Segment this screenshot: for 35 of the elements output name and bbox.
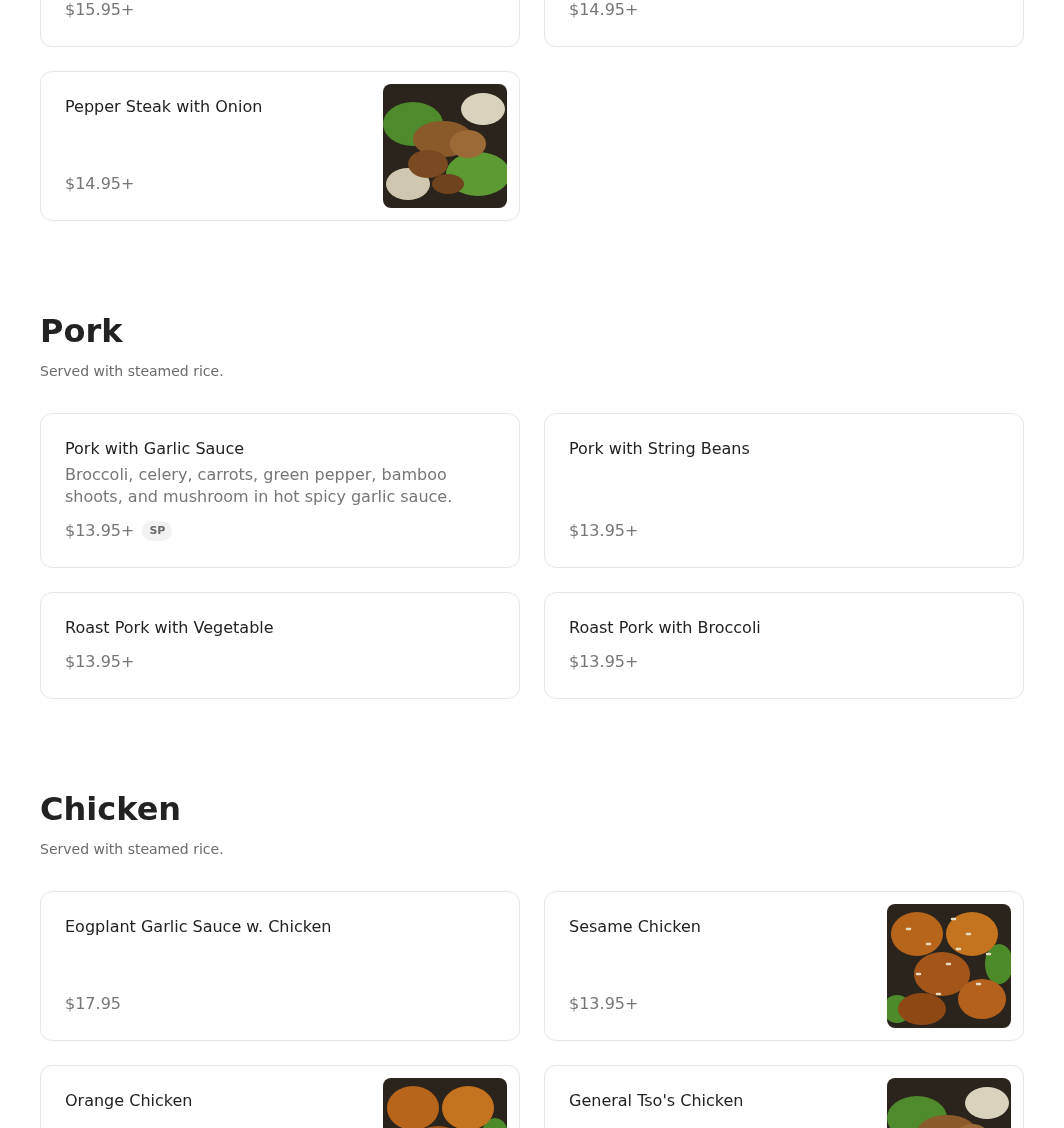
item-name: Roast Pork with Broccoli (569, 617, 762, 639)
item-description: Broccoli, celery, carrots, green pepper, bamboo shoots, and mushroom in hot spicy garlic sauce. (65, 464, 454, 508)
menu-item-card[interactable]: $15.95+ (40, 0, 520, 47)
menu-item-card[interactable]: Pork with Garlic Sauce Broccoli, celery, carrots, green pepper, bamboo shoots, and mushroom in hot spicy garlic sauce. $13.95+ SP (40, 413, 520, 568)
menu-item-card[interactable]: Pepper Steak with Onion $14.95+ (40, 71, 520, 221)
item-price: $13.95+ (569, 651, 639, 673)
item-price: $15.95+ (65, 0, 135, 21)
item-name: Pepper Steak with Onion (65, 96, 264, 118)
section-note: Served with steamed rice. (40, 840, 225, 859)
item-name: General Tso's Chicken (569, 1090, 745, 1112)
section-heading: Pork (40, 311, 124, 351)
item-name: Sesame Chicken (569, 916, 702, 938)
item-price: $13.95+ (65, 651, 135, 673)
item-price: $13.95+ (569, 993, 639, 1015)
item-name: Eogplant Garlic Sauce w. Chicken (65, 916, 333, 938)
item-price: $14.95+ (65, 173, 135, 195)
section-heading: Chicken (40, 789, 183, 829)
item-price: $17.95 (65, 993, 121, 1015)
item-name: Pork with String Beans (569, 438, 751, 460)
menu-item-card[interactable]: $14.95+ (544, 0, 1024, 47)
item-name: Orange Chicken (65, 1090, 194, 1112)
item-name: Roast Pork with Vegetable (65, 617, 275, 639)
menu-item-card[interactable]: Sesame Chicken $13.95+ (544, 891, 1024, 1041)
menu-item-card[interactable]: Eogplant Garlic Sauce w. Chicken $17.95 (40, 891, 520, 1041)
menu-item-card[interactable]: General Tso's Chicken (544, 1065, 1024, 1128)
item-name: Pork with Garlic Sauce (65, 438, 246, 460)
item-price: $14.95+ (569, 0, 639, 21)
menu-item-card[interactable]: Orange Chicken (40, 1065, 520, 1128)
spicy-badge: SP (142, 521, 173, 541)
section-note: Served with steamed rice. (40, 362, 225, 381)
menu-item-card[interactable]: Pork with String Beans $13.95+ (544, 413, 1024, 568)
menu-item-card[interactable]: Roast Pork with Broccoli $13.95+ (544, 592, 1024, 699)
item-price: $13.95+ (65, 520, 135, 542)
menu-item-card[interactable]: Roast Pork with Vegetable $13.95+ (40, 592, 520, 699)
item-price: $13.95+ (569, 520, 639, 542)
